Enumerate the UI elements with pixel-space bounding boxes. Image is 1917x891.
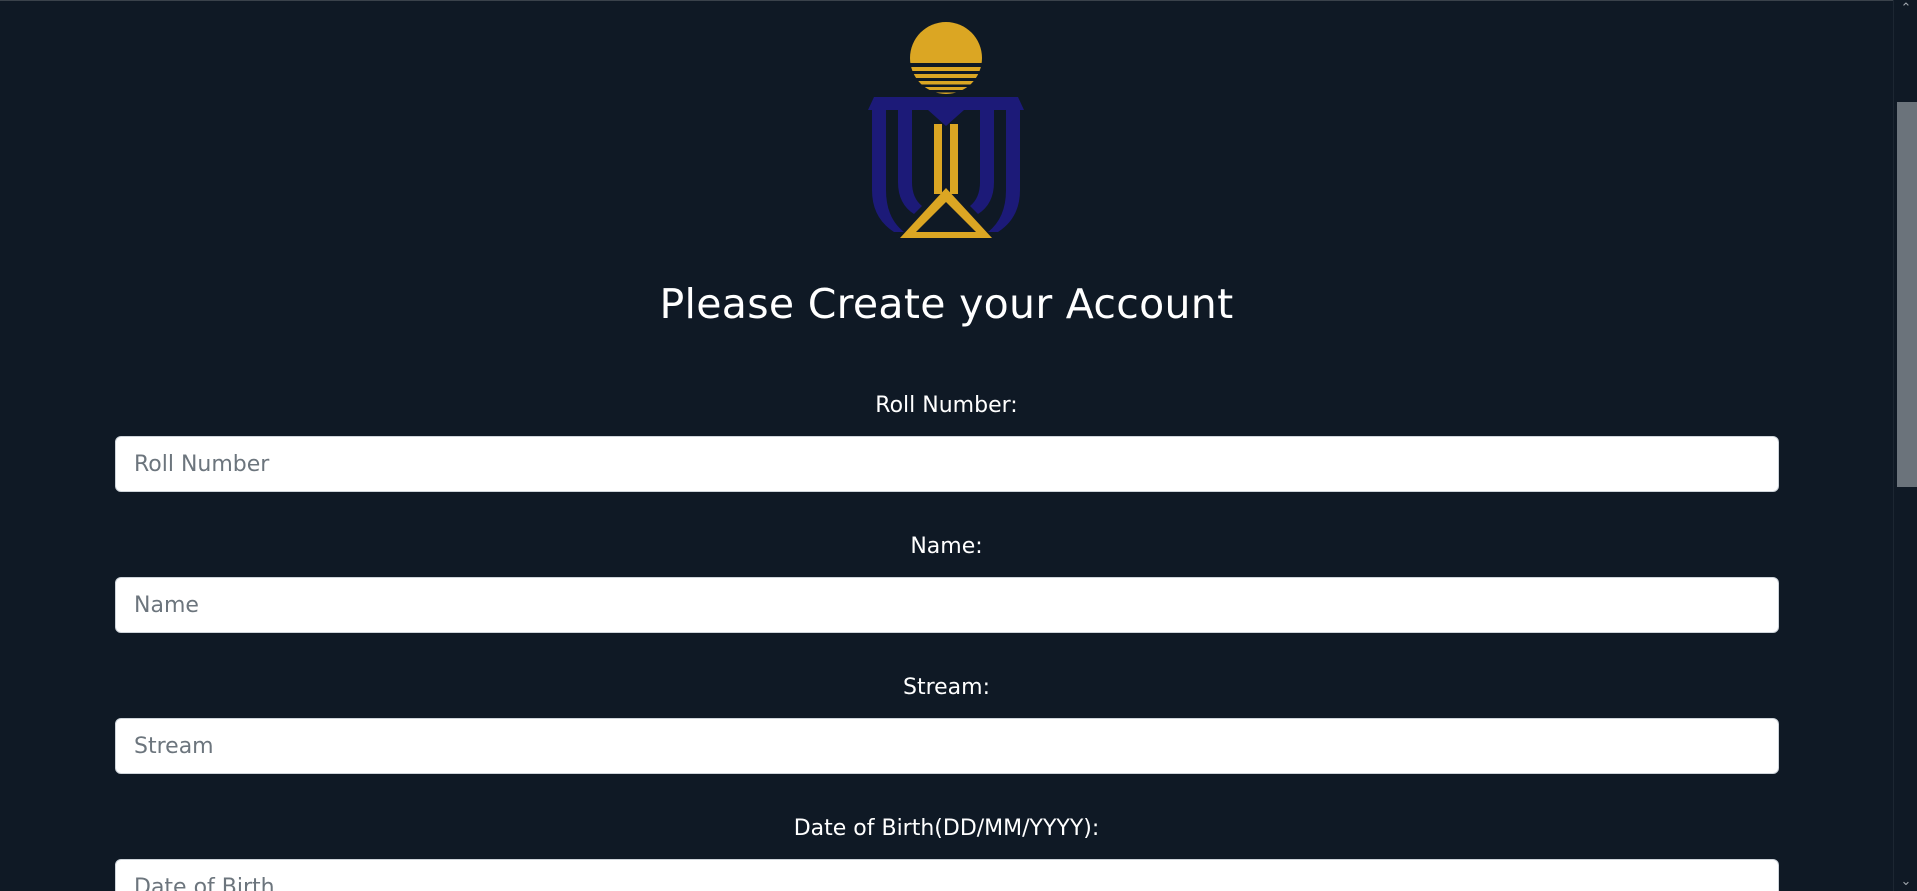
vertical-scrollbar[interactable]: ⌃ ⌄ bbox=[1893, 0, 1917, 891]
name-label: Name: bbox=[910, 534, 983, 559]
university-logo bbox=[868, 22, 1024, 238]
page: Please Create your Account Roll Number: … bbox=[0, 0, 1893, 891]
roll-number-input[interactable] bbox=[115, 436, 1779, 492]
stream-input[interactable] bbox=[115, 718, 1779, 774]
top-divider bbox=[0, 0, 1893, 1]
scrollbar-thumb[interactable] bbox=[1897, 102, 1917, 487]
name-input[interactable] bbox=[115, 577, 1779, 633]
roll-number-label: Roll Number: bbox=[875, 393, 1018, 418]
page-title: Please Create your Account bbox=[659, 280, 1234, 328]
chevron-up-icon[interactable]: ⌃ bbox=[1894, 0, 1917, 18]
date-of-birth-label: Date of Birth(DD/MM/YYYY): bbox=[793, 816, 1100, 841]
chevron-down-icon[interactable]: ⌄ bbox=[1894, 873, 1917, 891]
stream-label: Stream: bbox=[902, 675, 990, 700]
date-of-birth-input[interactable] bbox=[115, 859, 1779, 891]
